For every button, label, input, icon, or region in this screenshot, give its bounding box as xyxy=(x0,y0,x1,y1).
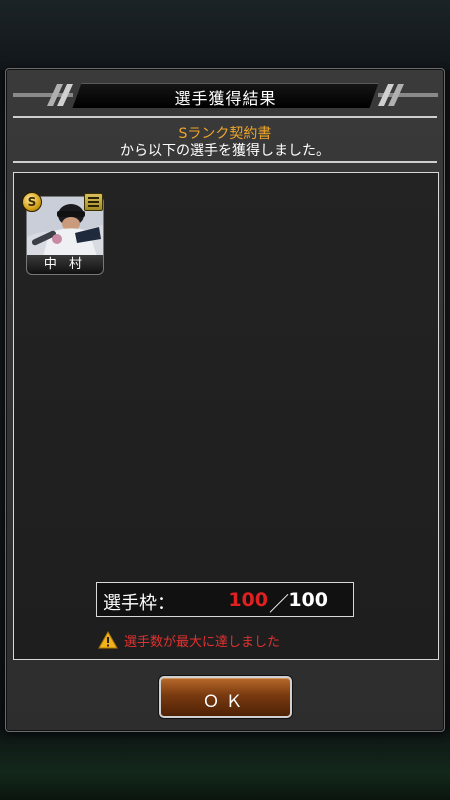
player-acquired-dialog: 選手獲得結果 Sランク契約書 から以下の選手を獲得しました。 S 中 村 選手枠… xyxy=(5,68,445,732)
warning-text: 選手数が最大に達しました xyxy=(124,635,281,650)
ok-button[interactable]: ＯＫ xyxy=(159,676,292,718)
player-name: 中 村 xyxy=(27,255,103,274)
dialog-title-bar: 選手獲得結果 xyxy=(13,82,438,108)
header-divider-bottom xyxy=(13,161,437,163)
position-lines-icon xyxy=(84,193,103,211)
roster-max-count: 100 xyxy=(288,589,328,611)
dialog-title: 選手獲得結果 xyxy=(174,89,277,108)
roster-slots-box: 選手枠： 100 ／ 100 xyxy=(96,582,354,617)
roster-slots-label: 選手枠： xyxy=(103,593,175,614)
acquired-message: から以下の選手を獲得しました。 xyxy=(120,143,330,159)
rank-s-badge-icon: S xyxy=(22,192,42,212)
header-divider-top xyxy=(13,116,437,118)
game-screen: 選手獲得結果 Sランク契約書 から以下の選手を獲得しました。 S 中 村 選手枠… xyxy=(0,0,450,800)
warning-triangle-icon xyxy=(98,631,118,649)
roster-count-separator: ／ xyxy=(269,592,289,616)
roster-current-count: 100 xyxy=(228,589,268,611)
ok-button-label: ＯＫ xyxy=(202,692,249,712)
